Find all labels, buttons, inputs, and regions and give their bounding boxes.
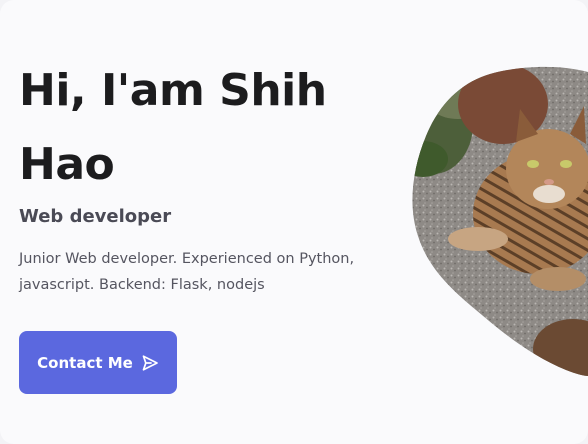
hero-description: Junior Web developer. Experienced on Pyt… [19, 251, 355, 293]
send-icon [141, 354, 159, 372]
hero-title: Hi, I'am Shih Hao [19, 65, 327, 190]
home-section: Hi, I'am Shih Hao Web developer Junior W… [0, 0, 588, 444]
contact-me-button[interactable]: Contact Me [19, 331, 177, 394]
hero-subtitle: Web developer [19, 206, 172, 227]
profile-photo [408, 64, 588, 376]
contact-me-label: Contact Me [37, 353, 133, 372]
